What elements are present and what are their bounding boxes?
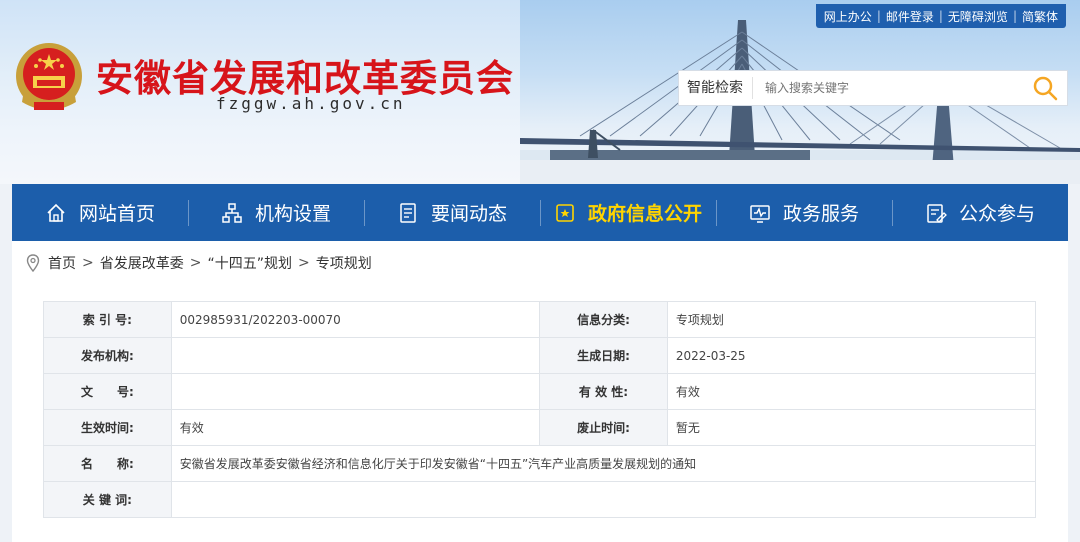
nav-item-info-disclosure[interactable]: 政府信息公开 — [540, 184, 716, 241]
news-icon — [400, 202, 416, 223]
breadcrumb-separator: > — [82, 255, 94, 271]
generated-date-value: 2022-03-25 — [666, 337, 1037, 374]
document-number-value — [170, 373, 541, 410]
nav-item-home[interactable]: 网站首页 — [12, 184, 188, 241]
table-row: 文 号: 有 效 性: 有效 — [43, 373, 1037, 410]
main-nav: 网站首页 机构设置 要闻动态 政府信息公开 政务服务 公众参与 — [12, 184, 1068, 241]
location-pin-icon — [26, 254, 40, 272]
toplink-online-office[interactable]: 网上办公 — [824, 8, 872, 25]
nav-item-news[interactable]: 要闻动态 — [364, 184, 540, 241]
effective-time-label: 生效时间: — [43, 409, 172, 446]
breadcrumb-separator: > — [189, 255, 202, 271]
breadcrumb-special-plan[interactable]: 专项规划 — [316, 253, 372, 273]
table-row: 发布机构: 生成日期: 2022-03-25 — [43, 337, 1037, 374]
page: 安徽省发展和改革委员会 fzggw.ah.gov.cn 网上办公 | 邮件登录 … — [0, 0, 1080, 542]
document-number-label: 文 号: — [43, 373, 172, 410]
nav-label: 网站首页 — [78, 203, 155, 225]
nav-label: 机构设置 — [254, 203, 331, 225]
nav-label: 政务服务 — [782, 203, 859, 225]
document-info-table: 索 引 号: 002985931/202203-00070 信息分类: 专项规划… — [43, 301, 1037, 518]
generated-date-label: 生成日期: — [539, 337, 668, 374]
info-open-icon — [556, 203, 574, 222]
toplink-separator: | — [938, 9, 943, 23]
search-box: 智能检索 — [678, 70, 1068, 106]
index-number-value: 002985931/202203-00070 — [170, 301, 541, 338]
breadcrumb-separator: > — [297, 255, 310, 271]
keywords-value — [170, 481, 1037, 518]
toplink-accessibility[interactable]: 无障碍浏览 — [948, 8, 1008, 25]
participation-icon — [927, 203, 947, 223]
top-links-bar: 网上办公 | 邮件登录 | 无障碍浏览 | 简繁体 — [815, 4, 1066, 28]
table-row: 名 称: 安徽省发展改革委安徽省经济和信息化厅关于印发安徽省“十四五”汽车产业高… — [43, 445, 1037, 482]
expiry-time-value: 暂无 — [666, 409, 1037, 446]
breadcrumb-home[interactable]: 首页 — [48, 253, 76, 273]
home-icon — [47, 203, 65, 222]
nav-item-public-participation[interactable]: 公众参与 — [892, 184, 1068, 241]
index-number-label: 索 引 号: — [43, 301, 172, 338]
document-name-value: 安徽省发展改革委安徽省经济和信息化厅关于印发安徽省“十四五”汽车产业高质量发展规… — [170, 445, 1037, 482]
smart-search-label[interactable]: 智能检索 — [679, 77, 753, 99]
breadcrumb-ndrc[interactable]: 省发展改革委 — [100, 253, 184, 273]
publisher-value — [170, 337, 541, 374]
search-button[interactable] — [1023, 71, 1067, 105]
nav-label: 要闻动态 — [430, 203, 507, 225]
effective-time-value: 有效 — [170, 409, 541, 446]
national-emblem-icon — [16, 43, 82, 110]
breadcrumb: 首页 > 省发展改革委 > “十四五”规划 > 专项规划 — [12, 241, 1068, 285]
content-area: 索 引 号: 002985931/202203-00070 信息分类: 专项规划… — [12, 285, 1068, 542]
nav-label: 公众参与 — [958, 203, 1035, 225]
toplink-separator: | — [1012, 9, 1017, 23]
breadcrumb-14th-plan[interactable]: “十四五”规划 — [207, 253, 292, 273]
nav-item-government-services[interactable]: 政务服务 — [716, 184, 892, 241]
publisher-label: 发布机构: — [43, 337, 172, 374]
search-icon — [1033, 76, 1058, 101]
expiry-time-label: 废止时间: — [539, 409, 668, 446]
validity-label: 有 效 性: — [539, 373, 668, 410]
validity-value: 有效 — [666, 373, 1037, 410]
keywords-label: 关 键 词: — [43, 481, 172, 518]
nav-item-organization[interactable]: 机构设置 — [188, 184, 364, 241]
toplink-email-login[interactable]: 邮件登录 — [886, 8, 934, 25]
table-row: 生效时间: 有效 废止时间: 暂无 — [43, 409, 1037, 446]
nav-label: 政府信息公开 — [587, 203, 702, 225]
toplink-simplified-traditional[interactable]: 简繁体 — [1022, 8, 1058, 25]
info-category-value: 专项规划 — [666, 301, 1037, 338]
org-chart-icon — [222, 202, 242, 223]
header-banner: 安徽省发展和改革委员会 fzggw.ah.gov.cn 网上办公 | 邮件登录 … — [0, 0, 1080, 184]
site-domain: fzggw.ah.gov.cn — [216, 94, 406, 113]
table-row: 索 引 号: 002985931/202203-00070 信息分类: 专项规划 — [43, 301, 1037, 338]
document-name-label: 名 称: — [43, 445, 172, 482]
table-row: 关 键 词: — [43, 481, 1037, 518]
toplink-separator: | — [876, 9, 881, 23]
service-monitor-icon — [750, 204, 770, 223]
search-input[interactable] — [753, 81, 1023, 95]
info-category-label: 信息分类: — [539, 301, 668, 338]
